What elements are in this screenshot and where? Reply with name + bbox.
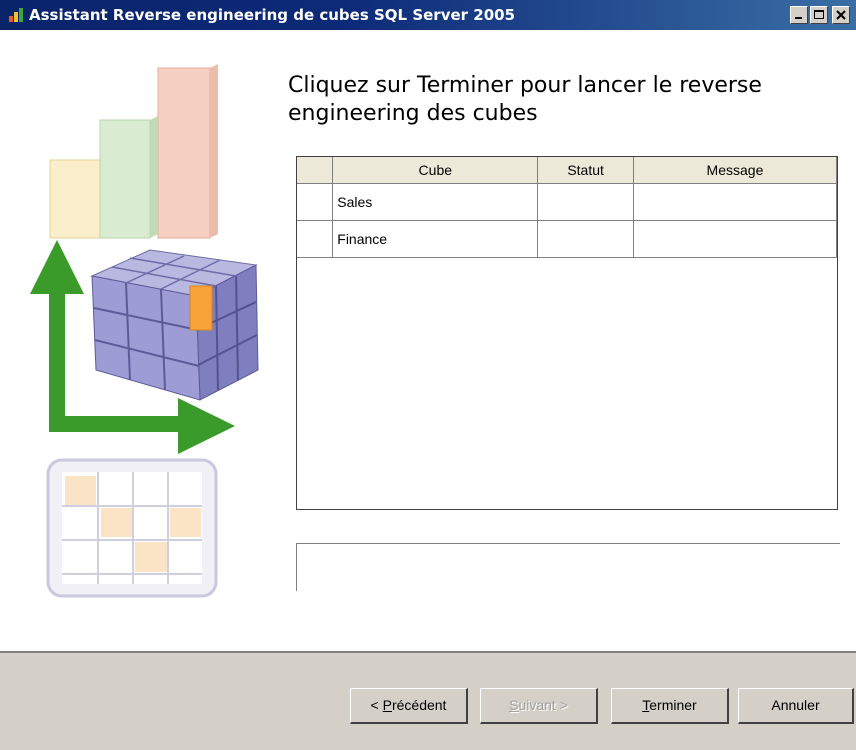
table-grid-icon — [46, 458, 218, 598]
cube-icon — [90, 249, 259, 401]
minimize-button[interactable] — [790, 6, 808, 24]
cancel-label: Annuler — [771, 697, 820, 713]
message-cell[interactable] — [633, 220, 837, 258]
statut-cell[interactable] — [537, 220, 634, 258]
cube-cell[interactable]: Sales — [332, 183, 539, 221]
column-header-select[interactable] — [297, 157, 334, 184]
message-area-border-top — [296, 543, 840, 544]
previous-label-rest: récédent — [391, 697, 447, 713]
message-area-border-left — [296, 543, 297, 591]
close-button[interactable] — [832, 6, 850, 24]
finish-label-rest: erminer — [649, 697, 697, 713]
column-header-statut[interactable]: Statut — [537, 157, 634, 184]
maximize-button[interactable] — [810, 6, 828, 24]
row-selector[interactable] — [297, 220, 334, 258]
cancel-button[interactable]: Annuler — [738, 688, 854, 724]
previous-mnemonic: P — [382, 697, 392, 713]
bar-chart-icon — [49, 64, 218, 239]
message-cell[interactable] — [633, 183, 837, 221]
row-selector[interactable] — [297, 183, 334, 221]
grid-header-row: Cube Statut Message — [297, 157, 837, 184]
statut-cell[interactable] — [537, 183, 634, 221]
minimize-icon — [795, 17, 802, 19]
table-row[interactable]: Sales — [297, 183, 837, 221]
window-title: Assistant Reverse engineering de cubes S… — [29, 6, 516, 24]
finish-button[interactable]: Terminer — [611, 688, 729, 724]
column-header-cube[interactable]: Cube — [332, 157, 539, 184]
previous-prefix: < — [370, 697, 383, 713]
app-icon — [9, 8, 23, 22]
maximize-icon — [814, 10, 824, 19]
table-row[interactable]: Finance — [297, 220, 837, 258]
message-area[interactable] — [296, 543, 842, 591]
cube-cell[interactable]: Finance — [332, 220, 539, 258]
next-label-rest: uivant > — [518, 697, 568, 713]
wizard-heading: Cliquez sur Terminer pour lancer le reve… — [288, 73, 762, 126]
close-icon — [836, 10, 846, 20]
title-bar[interactable]: Assistant Reverse engineering de cubes S… — [0, 0, 856, 30]
previous-button[interactable]: < Précédent — [350, 688, 468, 724]
cubes-grid[interactable]: Cube Statut Message Sales Finance — [296, 156, 838, 510]
wizard-illustration — [30, 64, 259, 598]
next-button[interactable]: Suivant > — [480, 688, 598, 724]
column-header-message[interactable]: Message — [633, 157, 837, 184]
cubes-table: Cube Statut Message Sales Finance — [297, 157, 837, 258]
